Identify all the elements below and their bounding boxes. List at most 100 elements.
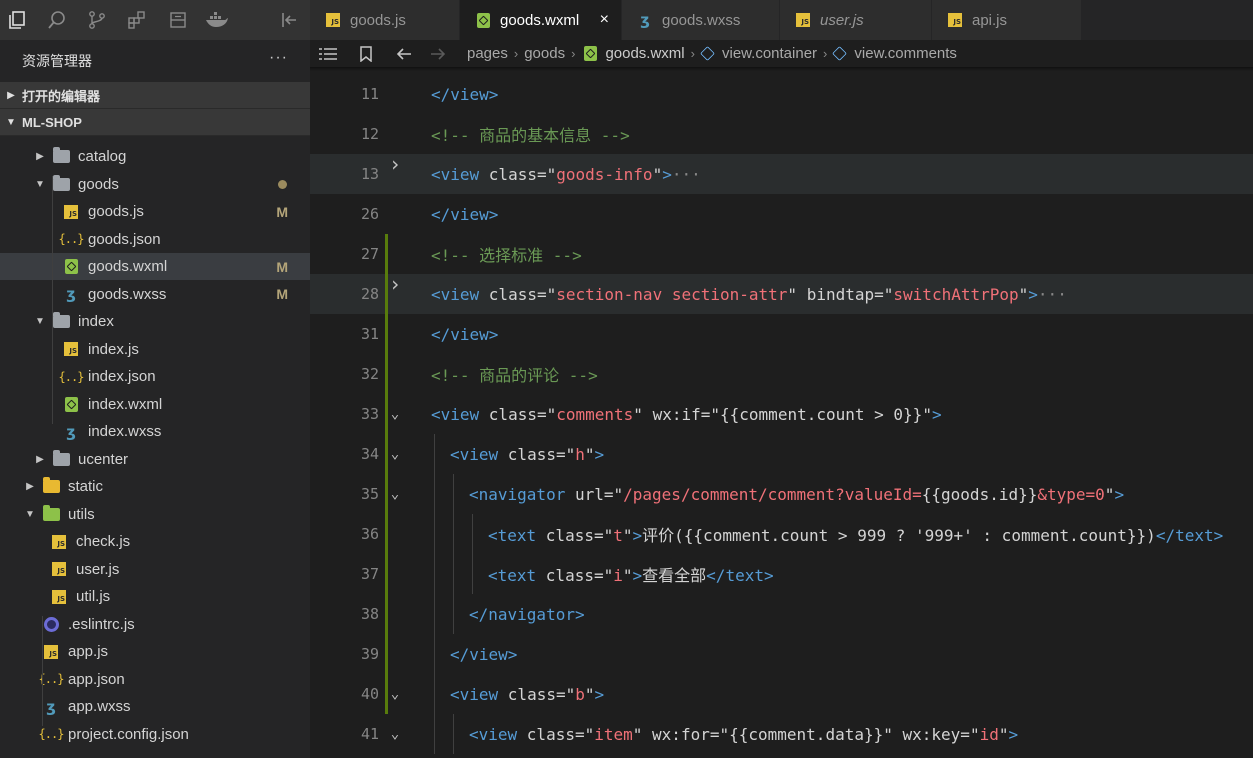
code-line[interactable]: 33 ⌄ <view class="comments" wx:if="{{comme… — [310, 394, 1253, 434]
close-icon[interactable]: × — [600, 11, 609, 29]
tab-goods-wxss[interactable]: ʒ goods.wxss — [622, 0, 780, 40]
tree-item-utils[interactable]: ▼ utils — [0, 501, 310, 528]
code-token: " — [632, 724, 643, 744]
tab-goods-js[interactable]: JS goods.js — [310, 0, 460, 40]
search-icon[interactable] — [46, 9, 68, 31]
outline-icon[interactable] — [318, 44, 338, 64]
code-editor[interactable]: 11 </view> 12 <!-- 商品的基本信息 --> 13 › <view clas… — [310, 67, 1253, 758]
layout-icon[interactable] — [167, 9, 189, 31]
code-token: wx:for= — [642, 724, 720, 744]
code-text: <view class="section-nav section-attr" b… — [431, 285, 1067, 304]
tree-item-label: project.config.json — [68, 725, 189, 743]
tree-item-label: index.wxml — [88, 395, 163, 413]
code-token: ··· — [1037, 284, 1067, 304]
tree-item-eslintrc-js[interactable]: .eslintrc.js — [0, 611, 310, 638]
source-control-icon[interactable] — [86, 9, 108, 31]
code-line[interactable]: 40 ⌄ <view class="b"> — [310, 674, 1253, 714]
fold-expand-icon[interactable]: › — [388, 152, 402, 176]
code-line[interactable]: 13 › <view class="goods-info">··· — [310, 152, 1253, 194]
editor-tabs: JS goods.js goods.wxml × ʒ goods.wxss JS user.j… — [310, 0, 1253, 40]
code-token: " — [603, 566, 614, 585]
code-line[interactable]: 28 › <view class="section-nav section-attr… — [310, 272, 1253, 314]
code-line[interactable]: 26 </view> — [310, 194, 1253, 234]
tree-item-catalog[interactable]: ▶ catalog — [0, 143, 310, 170]
bookmark-icon[interactable] — [356, 44, 376, 64]
explorer-icon[interactable] — [6, 9, 28, 31]
tree-item-static[interactable]: ▶ static — [0, 473, 310, 500]
crumb-file[interactable]: goods.wxml — [605, 45, 684, 62]
crumb-pages[interactable]: pages — [467, 45, 508, 62]
code-token: " — [584, 724, 595, 744]
tree-item-goods-wxss[interactable]: ʒ goods.wxss M — [0, 281, 310, 308]
code-line[interactable]: 37 <text class="i">查看全部</text> — [310, 554, 1253, 594]
code-line[interactable]: 12 <!-- 商品的基本信息 --> — [310, 114, 1253, 154]
fold-collapse-icon[interactable]: ⌄ — [388, 686, 402, 702]
tab-user-js[interactable]: JS user.js — [780, 0, 932, 40]
tree-item-util-js[interactable]: JS util.js — [0, 583, 310, 610]
code-line[interactable]: 41 ⌄ <view class="item" wx:for="{{comment.… — [310, 714, 1253, 754]
open-editors-section[interactable]: ▶ 打开的编辑器 — [0, 82, 310, 109]
code-line[interactable]: 32 <!-- 商品的评论 --> — [310, 354, 1253, 394]
code-token: " — [546, 164, 557, 184]
docker-icon[interactable] — [204, 9, 230, 31]
code-line[interactable]: 36 <text class="t">评价({{comment.count > 9… — [310, 514, 1253, 554]
collapse-panel-icon[interactable] — [279, 9, 301, 31]
eslint-file-icon — [42, 616, 60, 632]
code-line[interactable]: 11 </view> — [310, 74, 1253, 114]
tree-item-label: check.js — [76, 533, 131, 550]
tree-item-label: user.js — [76, 560, 120, 578]
tree-item-index-js[interactable]: JS index.js — [0, 336, 310, 363]
code-token: </text> — [1155, 526, 1224, 545]
extensions-icon[interactable] — [126, 9, 148, 31]
code-token: </text> — [706, 566, 774, 585]
code-text: <view class="item" wx:for="{{comment.dat… — [469, 725, 1018, 744]
fold-expand-icon[interactable]: › — [388, 272, 402, 296]
tree-item-check-js[interactable]: JS check.js — [0, 528, 310, 555]
more-actions-button[interactable]: ··· — [269, 49, 288, 73]
crumb-view-comments[interactable]: view.comments — [854, 45, 957, 62]
fold-collapse-icon[interactable]: ⌄ — [388, 486, 402, 502]
tree-item-user-js[interactable]: JS user.js — [0, 556, 310, 583]
fold-collapse-icon[interactable]: ⌄ — [388, 446, 402, 462]
tab-api-js[interactable]: JS api.js — [932, 0, 1082, 40]
project-section[interactable]: ▼ ML-SHOP — [0, 109, 310, 136]
back-arrow-icon[interactable] — [394, 44, 414, 64]
tree-item-goods[interactable]: ▼ goods — [0, 171, 310, 198]
code-token: " — [622, 566, 633, 585]
crumb-goods[interactable]: goods — [524, 45, 565, 62]
tree-item-app-js[interactable]: JS app.js — [0, 638, 310, 665]
js-icon: JS — [52, 589, 66, 604]
tree-item-label: util.js — [76, 588, 111, 605]
code-token: section-nav section-attr — [556, 284, 788, 304]
code-line[interactable]: 35 ⌄ <navigator url="/pages/comment/commen… — [310, 474, 1253, 514]
tree-item-app-wxss[interactable]: ʒ app.wxss — [0, 693, 310, 720]
code-line[interactable]: 31 </view> — [310, 314, 1253, 354]
js-file-icon: JS — [50, 534, 68, 550]
tree-item-index-json[interactable]: {..} index.json — [0, 363, 310, 390]
code-token: </view> — [450, 644, 518, 664]
code-text: </view> — [431, 325, 498, 344]
tree-item-index-wxml[interactable]: index.wxml — [0, 391, 310, 418]
tree-item-project-config-json[interactable]: {..} project.config.json — [0, 721, 310, 748]
fold-collapse-icon[interactable]: ⌄ — [388, 406, 402, 422]
tree-item-app-json[interactable]: {..} app.json — [0, 666, 310, 693]
code-line[interactable]: 34 ⌄ <view class="h"> — [310, 434, 1253, 474]
code-line[interactable]: 27 <!-- 选择标准 --> — [310, 234, 1253, 274]
fold-collapse-icon[interactable]: ⌄ — [388, 726, 402, 742]
forward-arrow-icon[interactable] — [428, 44, 448, 64]
crumb-view-container[interactable]: view.container — [722, 45, 817, 62]
tree-item-ucenter[interactable]: ▶ ucenter — [0, 446, 310, 473]
js-file-icon: JS — [794, 12, 812, 28]
tree-item-goods-wxml[interactable]: goods.wxml M — [0, 253, 310, 280]
code-line[interactable]: 38 </navigator> — [310, 594, 1253, 634]
tree-item-goods-json[interactable]: {..} goods.json — [0, 226, 310, 253]
tree-item-goods-js[interactable]: JS goods.js M — [0, 198, 310, 225]
js-file-icon: JS — [50, 561, 68, 577]
code-token: <!-- 商品的评论 --> — [431, 366, 598, 385]
tab-goods-wxml[interactable]: goods.wxml × — [460, 0, 622, 40]
code-token: t — [613, 526, 623, 545]
code-line[interactable]: 39 </view> — [310, 634, 1253, 674]
tree-item-index[interactable]: ▼ index — [0, 308, 310, 335]
tree-item-index-wxss[interactable]: ʒ index.wxss — [0, 418, 310, 445]
code-text: <!-- 商品的基本信息 --> — [431, 122, 630, 146]
